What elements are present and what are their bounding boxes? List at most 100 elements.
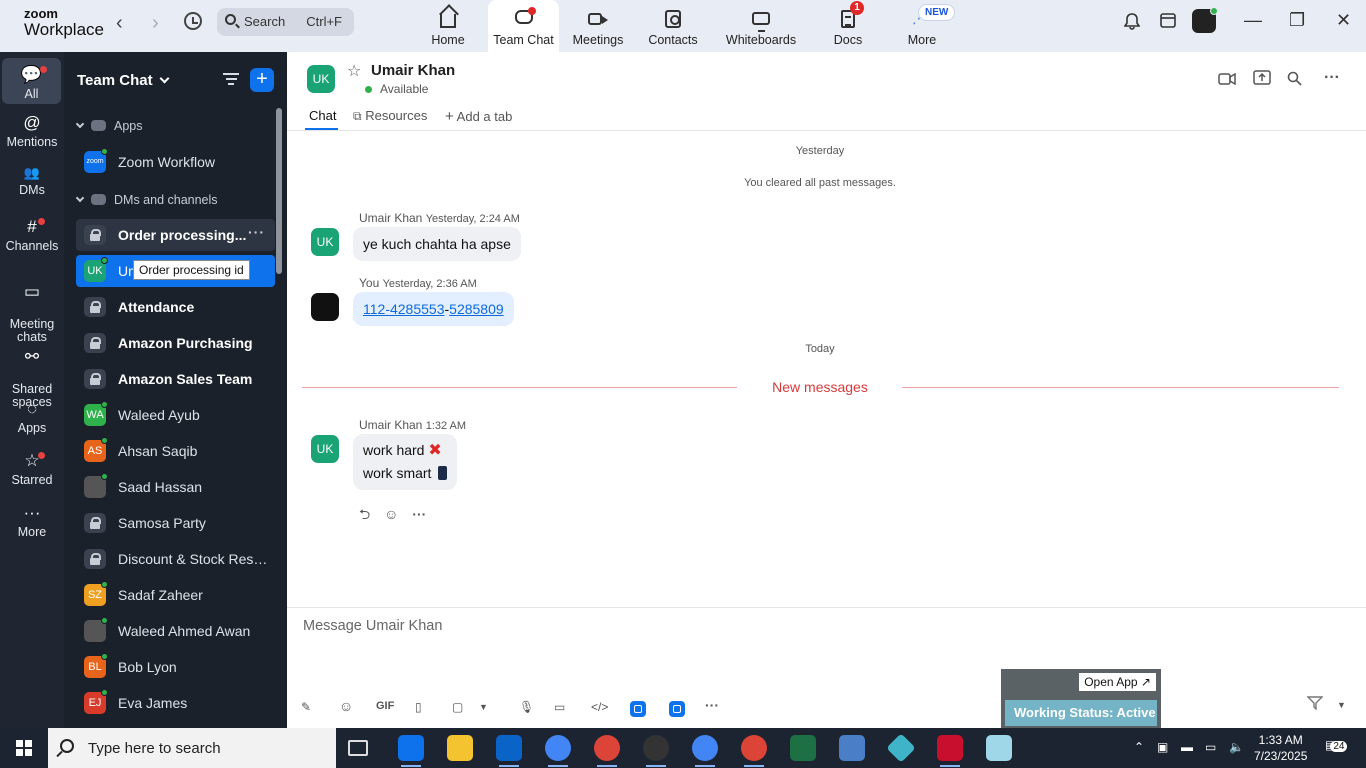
rail-starred[interactable]: ☆ Starred — [0, 452, 64, 487]
chrome-icon[interactable] — [741, 735, 767, 767]
close-button[interactable]: ✕ — [1336, 10, 1351, 31]
chevron-down-icon[interactable]: ▼ — [479, 702, 488, 712]
list-item-zoom-workflow[interactable]: zoom Zoom Workflow — [76, 146, 275, 178]
list-item[interactable]: Amazon Purchasing — [76, 327, 275, 359]
rail-mentions[interactable]: @ Mentions — [0, 114, 64, 149]
list-item[interactable]: SZ Sadaf Zaheer — [76, 579, 275, 611]
file-icon[interactable]: ▯ — [415, 700, 422, 714]
chat-header-avatar[interactable]: UK — [307, 65, 335, 93]
tab-contacts[interactable]: Contacts — [646, 0, 700, 52]
more-options-icon[interactable]: ··· — [705, 697, 719, 713]
taskbar-search-input[interactable]: Type here to search — [48, 728, 336, 768]
screenshot-icon[interactable]: ▢ — [452, 700, 463, 714]
video-call-icon[interactable] — [1218, 72, 1236, 90]
chevron-up-icon[interactable]: ⌃ — [1134, 740, 1144, 754]
tab-team-chat[interactable]: Team Chat — [488, 0, 559, 52]
chat-header-name[interactable]: Umair Khan — [371, 62, 455, 79]
send-button[interactable] — [1306, 696, 1324, 715]
list-item[interactable]: AS Ahsan Saqib — [76, 435, 275, 467]
message-bubble[interactable]: work hard ✖ work smart — [353, 434, 458, 490]
filezilla-icon[interactable] — [937, 735, 963, 767]
list-item[interactable]: Samosa Party — [76, 507, 275, 539]
share-screen-icon[interactable] — [1253, 70, 1271, 90]
tab-chat[interactable]: Chat — [309, 108, 336, 123]
history-icon[interactable] — [184, 12, 202, 30]
back-arrow-icon[interactable]: ‹ — [116, 12, 123, 35]
message-avatar[interactable]: UK — [311, 228, 339, 256]
app-icon[interactable] — [886, 733, 916, 763]
star-icon[interactable]: ☆ — [347, 61, 361, 81]
list-item[interactable]: Waleed Ahmed Awan — [76, 615, 275, 647]
search-input[interactable]: Search Ctrl+F — [217, 8, 354, 36]
video-message-icon[interactable]: ▭ — [554, 700, 565, 714]
outlook-icon[interactable] — [496, 735, 522, 767]
rail-more[interactable]: ··· More — [0, 504, 64, 539]
format-text-icon[interactable]: ✎ — [301, 700, 311, 714]
app-integration-icon[interactable] — [669, 701, 685, 717]
rail-dms[interactable]: 👥 DMs — [0, 166, 64, 197]
emoji-icon[interactable]: ☺ — [339, 698, 353, 714]
tab-resources[interactable]: ⧉ Resources — [353, 108, 427, 124]
forward-arrow-icon[interactable]: › — [152, 12, 159, 35]
message-bubble[interactable]: ye kuch chahta ha apse — [353, 227, 521, 261]
tab-meetings[interactable]: Meetings — [570, 0, 626, 52]
list-item[interactable]: Amazon Sales Team — [76, 363, 275, 395]
phone-link[interactable]: 112-4285553 — [363, 301, 444, 317]
section-dms-and-channels[interactable]: DMs and channels — [75, 193, 218, 207]
gif-button[interactable]: GIF — [376, 700, 394, 712]
notification-icon[interactable]: ▤24 — [1325, 738, 1348, 752]
excel-icon[interactable] — [790, 735, 816, 761]
rail-meeting-chats[interactable]: ▭ Meeting chats — [0, 270, 64, 344]
chrome-icon[interactable] — [545, 735, 571, 767]
file-explorer-icon[interactable] — [447, 735, 473, 761]
self-avatar[interactable] — [311, 293, 339, 321]
tab-whiteboards[interactable]: Whiteboards — [722, 0, 800, 52]
message-bubble[interactable]: 112-4285553-5285809 — [353, 292, 514, 326]
code-snippet-icon[interactable]: </> — [591, 700, 608, 714]
message-input[interactable]: Message Umair Khan — [303, 618, 442, 634]
list-item[interactable]: Discount & Stock Reser... — [76, 543, 275, 575]
battery-icon[interactable]: ▬ — [1181, 740, 1193, 754]
list-item[interactable]: WA Waleed Ayub — [76, 399, 275, 431]
list-item[interactable]: Order processing... ··· — [76, 219, 275, 251]
avatar[interactable] — [1192, 7, 1218, 33]
windows-start-icon[interactable] — [16, 740, 32, 756]
minimize-button[interactable]: — — [1244, 10, 1262, 31]
tab-add[interactable]: + Add a tab — [445, 108, 512, 125]
calculator-icon[interactable] — [839, 735, 865, 761]
network-icon[interactable]: ▭ — [1205, 740, 1216, 754]
restore-button[interactable]: ❐ — [1289, 10, 1305, 31]
chevron-down-icon[interactable]: ▼ — [1337, 700, 1346, 710]
team-chat-title[interactable]: Team Chat — [77, 72, 170, 89]
scrollbar[interactable] — [276, 108, 282, 274]
microphone-icon[interactable]: 🎙 — [519, 700, 534, 714]
chrome-icon[interactable] — [594, 735, 620, 767]
section-apps[interactable]: Apps — [75, 119, 143, 133]
security-icon[interactable]: ▣ — [1157, 740, 1168, 754]
bell-icon[interactable] — [1123, 12, 1141, 35]
new-chat-button[interactable]: + — [250, 68, 274, 92]
phone-link[interactable]: 5285809 — [449, 301, 504, 317]
tab-home[interactable]: Home — [422, 0, 474, 52]
more-options-icon[interactable]: ··· — [1324, 69, 1340, 87]
message-avatar[interactable]: UK — [311, 435, 339, 463]
calendar-icon[interactable] — [1160, 12, 1176, 33]
app-icon[interactable] — [986, 735, 1012, 761]
working-status-badge[interactable]: Working Status: Active — [1005, 700, 1157, 726]
reply-icon[interactable]: ⮌ — [359, 506, 370, 522]
rail-channels[interactable]: # Channels — [0, 218, 64, 253]
list-item[interactable]: Attendance — [76, 291, 275, 323]
more-options-icon[interactable]: ··· — [412, 506, 426, 522]
volume-icon[interactable]: 🔈 — [1229, 740, 1244, 754]
more-options-icon[interactable]: ··· — [248, 224, 265, 240]
rail-apps[interactable]: ◌ Apps — [0, 400, 64, 435]
list-item[interactable]: Saad Hassan — [76, 471, 275, 503]
list-item[interactable]: BL Bob Lyon — [76, 651, 275, 683]
task-view-icon[interactable] — [348, 740, 368, 756]
chrome-icon[interactable] — [692, 735, 718, 767]
search-icon[interactable] — [1287, 71, 1302, 91]
taskbar-clock[interactable]: 1:33 AM 7/23/2025 — [1254, 732, 1307, 764]
chrome-icon[interactable] — [643, 735, 669, 767]
rail-all[interactable]: 💬 All — [2, 58, 61, 104]
list-item[interactable]: EJ Eva James — [76, 687, 275, 719]
